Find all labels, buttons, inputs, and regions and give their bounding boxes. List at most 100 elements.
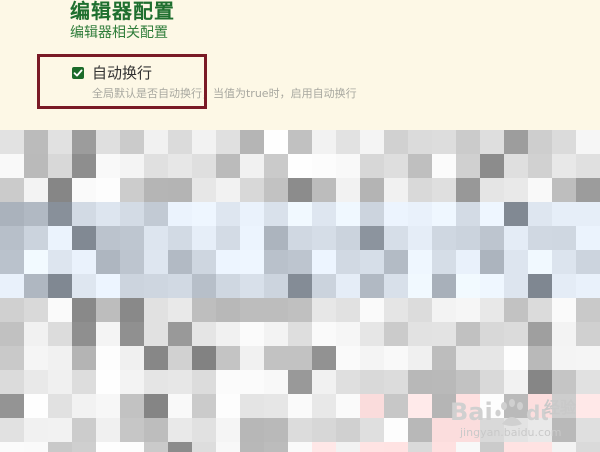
section-subtitle: 编辑器相关配置: [70, 25, 168, 41]
mosaic-cell: [24, 298, 48, 322]
mosaic-cell: [96, 250, 120, 274]
mosaic-cell: [120, 394, 144, 418]
mosaic-cell: [144, 226, 168, 250]
mosaic-cell: [48, 346, 72, 370]
mosaic-cell: [48, 370, 72, 394]
mosaic-cell: [456, 226, 480, 250]
mosaic-cell: [360, 178, 384, 202]
mosaic-cell: [408, 370, 432, 394]
mosaic-cell: [360, 130, 384, 154]
mosaic-cell: [216, 322, 240, 346]
mosaic-cell: [72, 226, 96, 250]
mosaic-cell: [48, 178, 72, 202]
mosaic-cell: [336, 298, 360, 322]
mosaic-cell: [408, 226, 432, 250]
watermark-label: 经验: [544, 398, 577, 417]
mosaic-cell: [192, 370, 216, 394]
mosaic-cell: [216, 298, 240, 322]
mosaic-cell: [336, 322, 360, 346]
mosaic-cell: [192, 322, 216, 346]
mosaic-cell: [456, 130, 480, 154]
mosaic-cell: [264, 202, 288, 226]
mosaic-cell: [408, 130, 432, 154]
mosaic-cell: [408, 418, 432, 442]
mosaic-cell: [192, 226, 216, 250]
mosaic-cell: [312, 130, 336, 154]
mosaic-cell: [24, 418, 48, 442]
mosaic-cell: [96, 346, 120, 370]
mosaic-cell: [552, 250, 576, 274]
settings-panel: 编辑器配置 编辑器相关配置 自动换行 全局默认是否自动换行，当值为true时，启…: [0, 0, 600, 130]
mosaic-cell: [528, 226, 552, 250]
mosaic-cell: [504, 346, 528, 370]
mosaic-cell: [288, 178, 312, 202]
mosaic-cell: [456, 274, 480, 298]
mosaic-cell: [480, 154, 504, 178]
mosaic-cell: [528, 202, 552, 226]
mosaic-cell: [144, 394, 168, 418]
mosaic-cell: [360, 250, 384, 274]
mosaic-cell: [288, 442, 312, 452]
mosaic-cell: [120, 346, 144, 370]
section-title: 编辑器配置: [70, 0, 175, 23]
mosaic-cell: [384, 130, 408, 154]
mosaic-cell: [480, 178, 504, 202]
mosaic-cell: [408, 322, 432, 346]
mosaic-cell: [144, 418, 168, 442]
mosaic-cell: [240, 130, 264, 154]
mosaic-cell: [480, 298, 504, 322]
mosaic-cell: [432, 154, 456, 178]
mosaic-cell: [216, 442, 240, 452]
mosaic-cell: [288, 346, 312, 370]
mosaic-cell: [192, 394, 216, 418]
mosaic-cell: [72, 418, 96, 442]
mosaic-cell: [264, 442, 288, 452]
mosaic-cell: [120, 250, 144, 274]
mosaic-cell: [240, 226, 264, 250]
mosaic-cell: [240, 322, 264, 346]
mosaic-cell: [240, 394, 264, 418]
mosaic-cell: [456, 250, 480, 274]
mosaic-cell: [312, 418, 336, 442]
mosaic-cell: [312, 274, 336, 298]
mosaic-cell: [192, 250, 216, 274]
mosaic-cell: [552, 298, 576, 322]
mosaic-cell: [312, 298, 336, 322]
mosaic-cell: [0, 346, 24, 370]
mosaic-cell: [408, 442, 432, 452]
mosaic-cell: [240, 250, 264, 274]
mosaic-cell: [216, 202, 240, 226]
mosaic-cell: [144, 250, 168, 274]
mosaic-cell: [312, 250, 336, 274]
mosaic-cell: [312, 154, 336, 178]
watermark-url: jingyan.baidu.com: [460, 426, 562, 439]
mosaic-cell: [576, 154, 600, 178]
mosaic-cell: [264, 418, 288, 442]
mosaic-cell: [24, 202, 48, 226]
setting-word-wrap[interactable]: 自动换行 全局默认是否自动换行，当值为true时，启用自动换行: [72, 62, 472, 106]
mosaic-cell: [384, 250, 408, 274]
mosaic-cell: [72, 130, 96, 154]
mosaic-cell: [192, 346, 216, 370]
mosaic-cell: [216, 346, 240, 370]
mosaic-cell: [24, 322, 48, 346]
mosaic-cell: [408, 178, 432, 202]
mosaic-cell: [384, 418, 408, 442]
mosaic-cell: [216, 418, 240, 442]
mosaic-cell: [96, 154, 120, 178]
word-wrap-checkbox[interactable]: [72, 67, 84, 79]
mosaic-cell: [168, 274, 192, 298]
mosaic-cell: [96, 274, 120, 298]
mosaic-cell: [552, 178, 576, 202]
mosaic-cell: [96, 394, 120, 418]
mosaic-cell: [384, 442, 408, 452]
mosaic-cell: [288, 274, 312, 298]
mosaic-cell: [456, 178, 480, 202]
mosaic-cell: [504, 202, 528, 226]
mosaic-cell: [360, 442, 384, 452]
mosaic-cell: [0, 322, 24, 346]
mosaic-cell: [240, 370, 264, 394]
mosaic-cell: [384, 298, 408, 322]
mosaic-cell: [72, 346, 96, 370]
mosaic-cell: [96, 442, 120, 452]
